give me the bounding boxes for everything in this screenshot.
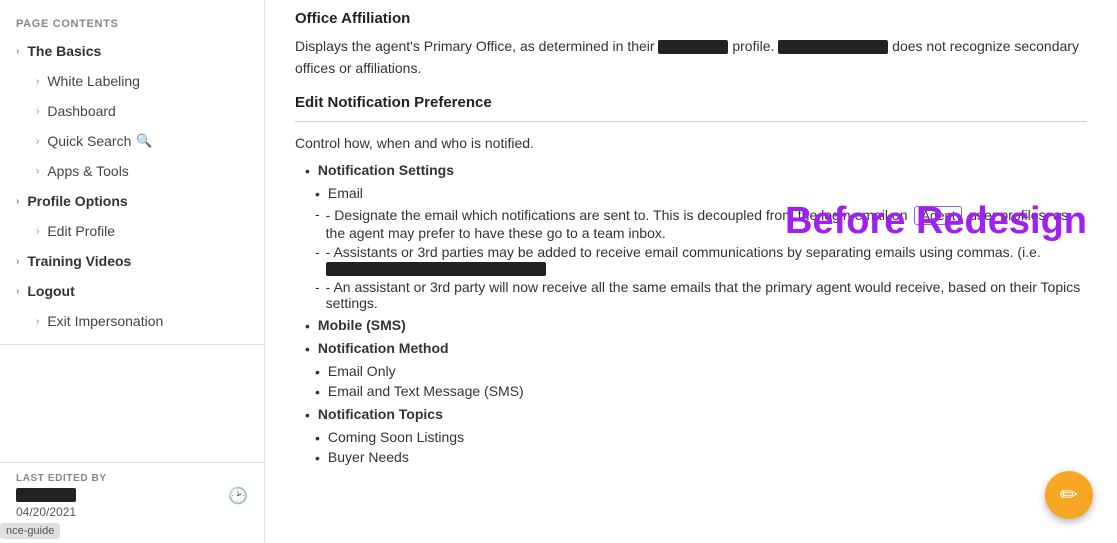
edit-fab-button[interactable]: ✏	[1045, 471, 1093, 519]
mobile-sms-list: Mobile (SMS)	[305, 317, 1087, 334]
email-only-label: Email Only	[328, 363, 396, 379]
notification-settings-list: Notification Settings	[305, 162, 1087, 179]
chevron-icon: ›	[16, 46, 19, 57]
sidebar-item-edit-profile[interactable]: › Edit Profile	[0, 216, 264, 246]
notification-method-list: Notification Method	[305, 340, 1087, 357]
history-icon[interactable]: 🕑	[228, 486, 248, 506]
notification-settings-label: Notification Settings	[318, 162, 454, 178]
coming-soon-listings-item: Coming Soon Listings	[315, 429, 1087, 446]
sidebar-item-label: Profile Options	[27, 193, 127, 209]
sidebar-item-exit-impersonation[interactable]: › Exit Impersonation	[0, 306, 264, 336]
email-section-list: Email	[315, 185, 1087, 202]
email-item: Email	[315, 185, 1087, 202]
edit-pencil-icon: ✏	[1060, 482, 1078, 508]
sidebar-item-white-labeling[interactable]: › White Labeling	[0, 66, 264, 96]
sidebar-item-quick-search[interactable]: › Quick Search 🔍	[0, 126, 264, 156]
sidebar: PAGE CONTENTS › The Basics › White Label…	[0, 0, 265, 543]
email-desc-2-text: - Assistants or 3rd parties may be added…	[326, 244, 1041, 276]
redacted-system-name	[778, 40, 888, 54]
guide-badge: nce-guide	[0, 523, 60, 539]
buyer-needs-label: Buyer Needs	[328, 449, 409, 465]
chevron-icon: ›	[16, 196, 19, 207]
notification-topics-list: Notification Topics	[305, 406, 1087, 423]
sidebar-item-label: Logout	[27, 283, 74, 299]
buyer-needs-item: Buyer Needs	[315, 449, 1087, 466]
email-only-option: Email Only	[315, 363, 1087, 380]
redacted-profile-link	[658, 40, 728, 54]
sidebar-item-training-videos[interactable]: › Training Videos	[0, 246, 264, 276]
editor-name-redacted	[16, 488, 76, 502]
last-edited-date: 04/20/2021	[16, 505, 107, 519]
sidebar-item-the-basics[interactable]: › The Basics	[0, 36, 264, 66]
sidebar-item-label: Exit Impersonation	[47, 313, 163, 329]
topics-list: Coming Soon Listings Buyer Needs	[315, 429, 1087, 466]
chevron-icon: ›	[36, 226, 39, 237]
email-sms-label: Email and Text Message (SMS)	[328, 383, 524, 399]
notification-topics-item: Notification Topics	[305, 406, 1087, 423]
sidebar-item-profile-options[interactable]: › Profile Options	[0, 186, 264, 216]
notification-settings-item: Notification Settings	[305, 162, 1087, 179]
sidebar-item-logout[interactable]: › Logout	[0, 276, 264, 306]
sidebar-item-apps-tools[interactable]: › Apps & Tools	[0, 156, 264, 186]
sidebar-divider	[0, 344, 264, 345]
email-description-list: - Designate the email which notification…	[315, 206, 1087, 311]
email-desc-2: - Assistants or 3rd parties may be added…	[315, 244, 1087, 276]
email-sms-option: Email and Text Message (SMS)	[315, 383, 1087, 400]
sidebar-item-label: Edit Profile	[47, 223, 115, 239]
email-desc-3: - An assistant or 3rd party will now rec…	[315, 279, 1087, 311]
redacted-email-example	[326, 262, 546, 276]
mobile-sms-label: Mobile (SMS)	[318, 317, 406, 333]
chevron-icon: ›	[16, 286, 19, 297]
notification-topics-label: Notification Topics	[318, 406, 443, 422]
email-desc-3-text: - An assistant or 3rd party will now rec…	[326, 279, 1087, 311]
last-edited-section: LAST EDITED BY 04/20/2021 🕑	[0, 462, 264, 529]
chevron-icon: ›	[36, 136, 39, 147]
section-divider	[295, 121, 1087, 122]
notification-method-options: Email Only Email and Text Message (SMS)	[315, 363, 1087, 400]
chevron-icon: ›	[16, 256, 19, 267]
chevron-icon: ›	[36, 106, 39, 117]
edit-notification-pref-title: Edit Notification Preference	[295, 94, 1087, 111]
sidebar-item-label: Training Videos	[27, 253, 131, 269]
sidebar-item-label: Quick Search	[47, 133, 131, 149]
agent-badge: Agent	[914, 206, 962, 225]
sidebar-item-label: White Labeling	[47, 73, 140, 89]
notification-method-item: Notification Method	[305, 340, 1087, 357]
coming-soon-label: Coming Soon Listings	[328, 429, 464, 445]
chevron-icon: ›	[36, 166, 39, 177]
email-desc-1-text: - Designate the email which notification…	[326, 206, 1087, 241]
office-affiliation-title: Office Affiliation	[295, 10, 1087, 27]
last-edited-label: LAST EDITED BY	[16, 473, 107, 484]
email-desc-1: - Designate the email which notification…	[315, 206, 1087, 241]
mobile-sms-item: Mobile (SMS)	[305, 317, 1087, 334]
chevron-icon: ›	[36, 316, 39, 327]
email-label: Email	[328, 185, 363, 201]
page-contents-label: PAGE CONTENTS	[0, 8, 264, 36]
office-affiliation-text: Displays the agent's Primary Office, as …	[295, 35, 1087, 80]
control-text: Control how, when and who is notified.	[295, 132, 1087, 154]
notification-method-label: Notification Method	[318, 340, 449, 356]
main-content: Office Affiliation Displays the agent's …	[265, 0, 1117, 543]
sidebar-item-label: Apps & Tools	[47, 163, 128, 179]
sidebar-item-label: The Basics	[27, 43, 101, 59]
sidebar-item-label: Dashboard	[47, 103, 116, 119]
sidebar-item-dashboard[interactable]: › Dashboard	[0, 96, 264, 126]
chevron-icon: ›	[36, 76, 39, 87]
search-icon: 🔍	[136, 133, 152, 149]
